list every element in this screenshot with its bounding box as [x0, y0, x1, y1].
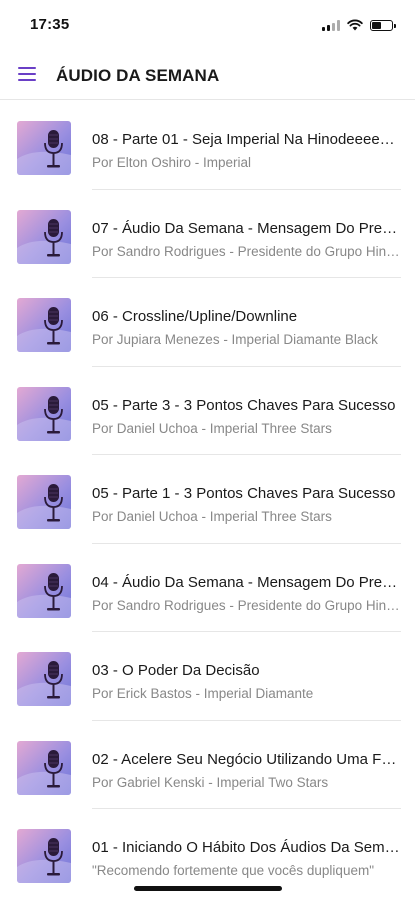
item-subtitle: Por Sandro Rodrigues - Presidente do Gru…	[92, 597, 401, 613]
list-item[interactable]: 06 - Crossline/Upline/Downline Por Jupia…	[0, 278, 415, 367]
item-subtitle: Por Daniel Uchoa - Imperial Three Stars	[92, 420, 332, 436]
item-title: 03 - O Poder Da Decisão	[92, 662, 260, 679]
audio-list: 08 - Parte 01 - Seja Imperial Na Hinodee…	[0, 101, 415, 898]
list-item[interactable]: 04 - Áudio Da Semana - Mensagem Do Presi…	[0, 544, 415, 632]
item-title: 05 - Parte 3 - 3 Pontos Chaves Para Suce…	[92, 396, 396, 414]
home-indicator[interactable]	[134, 886, 282, 891]
list-item[interactable]: 07 - Áudio Da Semana - Mensagem Do Presi…	[0, 190, 415, 278]
item-title: 06 - Crossline/Upline/Downline	[92, 308, 298, 325]
item-text: 08 - Parte 01 - Seja Imperial Na Hinodee…	[92, 131, 401, 171]
list-item[interactable]: 02 - Acelere Seu Negócio Utilizando Uma …	[0, 721, 415, 809]
status-bar: 17:35	[0, 0, 415, 50]
app-bar: ÁUDIO DA SEMANA	[0, 50, 415, 100]
status-time: 17:35	[30, 16, 70, 33]
page-title: ÁUDIO DA SEMANA	[56, 66, 220, 85]
list-item[interactable]: 05 - Parte 1 - 3 Pontos Chaves Para Suce…	[0, 455, 415, 544]
item-subtitle: "Recomendo fortemente que vocês duplique…	[92, 863, 374, 878]
item-text: 04 - Áudio Da Semana - Mensagem Do Presi…	[92, 574, 401, 614]
item-text: 05 - Parte 3 - 3 Pontos Chaves Para Suce…	[92, 397, 401, 437]
item-title: 02 - Acelere Seu Negócio Utilizando Uma …	[92, 750, 401, 768]
item-subtitle: Por Sandro Rodrigues - Presidente do Gru…	[92, 243, 401, 259]
list-item[interactable]: 08 - Parte 01 - Seja Imperial Na Hinodee…	[0, 101, 415, 190]
item-title: 01 - Iniciando O Hábito Dos Áudios Da Se…	[92, 839, 401, 856]
item-subtitle: Por Elton Oshiro - Imperial	[92, 155, 252, 170]
item-text: 07 - Áudio Da Semana - Mensagem Do Presi…	[92, 220, 401, 260]
battery-level	[372, 21, 381, 29]
battery-icon	[370, 19, 396, 31]
microphone-icon	[17, 563, 71, 618]
wifi-icon	[347, 19, 363, 31]
microphone-icon	[17, 209, 71, 264]
item-subtitle: Por Erick Bastos - Imperial Diamante	[92, 686, 314, 701]
item-text: 05 - Parte 1 - 3 Pontos Chaves Para Suce…	[92, 485, 401, 525]
item-text: 01 - Iniciando O Hábito Dos Áudios Da Se…	[92, 839, 401, 879]
microphone-icon	[17, 298, 71, 352]
item-title: 07 - Áudio Da Semana - Mensagem Do Presi…	[92, 219, 401, 237]
microphone-icon	[17, 740, 71, 795]
item-subtitle: Por Daniel Uchoa - Imperial Three Stars	[92, 509, 332, 524]
item-title: 05 - Parte 1 - 3 Pontos Chaves Para Suce…	[92, 485, 396, 502]
status-icons	[322, 18, 396, 32]
item-title: 08 - Parte 01 - Seja Imperial Na Hinodee…	[92, 131, 401, 148]
item-text: 06 - Crossline/Upline/Downline Por Jupia…	[92, 308, 401, 348]
microphone-icon	[17, 652, 71, 706]
list-item[interactable]: 03 - O Poder Da Decisão Por Erick Bastos…	[0, 632, 415, 721]
item-subtitle: Por Gabriel Kenski - Imperial Two Stars	[92, 774, 329, 790]
microphone-icon	[17, 386, 71, 441]
microphone-icon	[17, 829, 71, 883]
microphone-icon	[17, 121, 71, 175]
item-title: 04 - Áudio Da Semana - Mensagem Do Presi…	[92, 573, 401, 591]
list-item[interactable]: 01 - Iniciando O Hábito Dos Áudios Da Se…	[0, 809, 415, 898]
list-item[interactable]: 05 - Parte 3 - 3 Pontos Chaves Para Suce…	[0, 367, 415, 455]
cellular-signal-icon	[322, 19, 340, 31]
item-text: 03 - O Poder Da Decisão Por Erick Bastos…	[92, 662, 401, 702]
item-text: 02 - Acelere Seu Negócio Utilizando Uma …	[92, 751, 401, 791]
microphone-icon	[17, 475, 71, 529]
hamburger-menu-icon[interactable]	[18, 67, 36, 81]
item-subtitle: Por Jupiara Menezes - Imperial Diamante …	[92, 332, 378, 347]
